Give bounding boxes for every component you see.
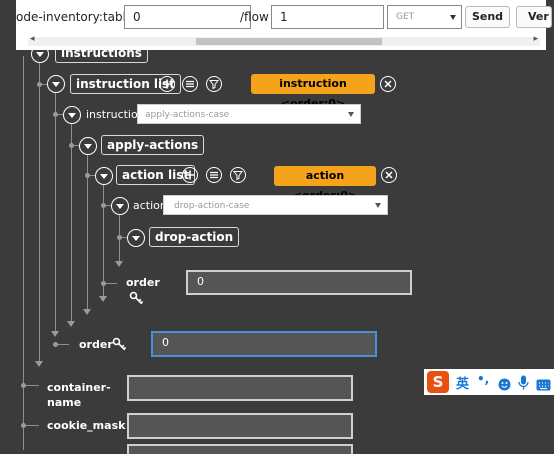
drop-action-label[interactable]: drop-action [149,227,240,247]
tree-dot [21,423,26,428]
list-icon[interactable] [182,76,198,92]
keyboard-icon[interactable] [536,376,551,395]
tree-dot [117,235,122,240]
tree-dot [85,173,90,178]
ime-toolbar: S 英 •, [424,369,554,395]
action-order-badge: action <order:0> [274,166,376,202]
inner-order-label: order [126,276,160,289]
tree-line [103,184,104,296]
tree-line [39,62,40,362]
ime-language[interactable]: 英 [456,373,469,392]
scroll-left-icon[interactable]: ◂ [30,34,35,44]
tree-dot [53,342,58,347]
tree-arrow [83,309,91,315]
tree-line [71,122,72,322]
tree-line [55,92,56,332]
instruction-select-value: apply-actions-case [145,110,230,120]
add-icon[interactable] [182,167,198,183]
key-icon [112,336,128,355]
tree-dot [101,281,106,286]
filter-icon[interactable] [230,167,246,183]
ime-punctuation[interactable]: •, [477,372,489,386]
action-toggle[interactable] [111,197,129,215]
instruction-list-toggle[interactable] [47,75,65,93]
tree-dot [101,203,106,208]
cookie-mask-label: cookie_mask [47,419,126,432]
inner-order-input[interactable]: 0 [186,270,412,295]
apply-actions-label[interactable]: apply-actions [101,135,205,155]
action-list-toggle[interactable] [95,167,113,185]
ver-button[interactable]: Ver [516,6,552,28]
tree-arrow [35,361,43,367]
tree-arrow [51,331,59,337]
outer-order-input[interactable]: 0 [151,331,377,357]
table-id-input[interactable]: 0 [124,5,251,29]
flow-id-input[interactable]: 1 [271,5,384,29]
close-icon[interactable] [381,167,397,183]
send-button[interactable]: Send [465,6,510,28]
instruction-select[interactable]: apply-actions-case [137,104,361,124]
next-input[interactable] [127,444,353,454]
key-icon [129,290,145,309]
microphone-icon[interactable] [518,375,529,394]
instruction-label: instruction [86,108,145,121]
apply-actions-toggle[interactable] [79,137,97,155]
list-icon[interactable] [206,167,222,183]
container-name-label: container-name [47,381,111,409]
method-select[interactable]: GET [387,5,462,29]
action-select-value: drop-action-case [174,201,250,211]
chevron-down-icon [375,203,381,208]
scrollbar-thumb[interactable] [196,38,382,45]
instruction-toggle[interactable] [63,106,81,124]
tree-arrow [99,296,107,302]
close-icon[interactable] [380,76,396,92]
sogou-logo-icon[interactable]: S [427,371,449,393]
action-select[interactable]: drop-action-case [163,195,388,215]
tree-dot [53,112,58,117]
tree-arrow [115,261,123,267]
horizontal-scrollbar[interactable]: ◂ ▸ [28,34,540,46]
path-prefix: ode-inventory:table / [16,10,142,24]
drop-action-toggle[interactable] [127,229,145,247]
instruction-order-badge: instruction <order:0> [251,74,375,110]
outer-order-label: order [79,338,113,351]
filter-icon[interactable] [206,76,222,92]
method-value: GET [396,12,415,22]
action-label: action [133,199,167,212]
chevron-down-icon [450,15,456,20]
cookie-mask-input[interactable] [127,413,353,439]
scroll-right-icon[interactable]: ▸ [533,34,538,44]
add-icon[interactable] [159,76,175,92]
chevron-down-icon [348,112,354,117]
tree-dot [37,82,42,87]
emoji-icon[interactable] [498,376,511,395]
tree-line [23,56,24,450]
tree-dot [21,383,26,388]
container-name-input[interactable] [127,375,353,401]
tree-arrow [67,321,75,327]
tree-dot [69,143,74,148]
